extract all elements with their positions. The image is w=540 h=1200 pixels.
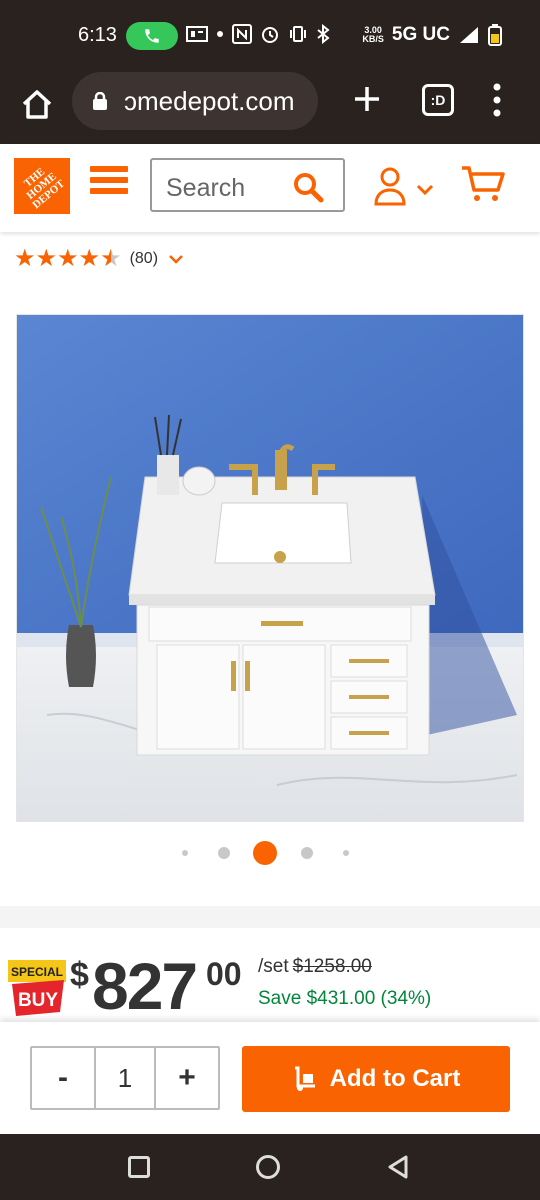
carousel-dot[interactable] — [218, 847, 230, 859]
increase-quantity-button[interactable]: + — [156, 1048, 218, 1108]
product-rating[interactable]: ★★★★★ (80) — [14, 244, 184, 273]
carousel-dot-active[interactable] — [253, 841, 277, 865]
price-unit-line: /set $1258.00 — [258, 956, 372, 978]
new-tab-icon[interactable] — [352, 84, 382, 114]
special-buy-line1: SPECIAL — [11, 965, 63, 979]
quantity-input[interactable]: 1 — [94, 1048, 156, 1108]
network-speed: 3.00 KB/S — [362, 26, 384, 44]
nfc-icon — [232, 24, 252, 44]
phone-icon — [145, 29, 159, 43]
search-icon[interactable] — [291, 170, 325, 204]
section-divider — [0, 906, 540, 928]
add-to-cart-label: Add to Cart — [329, 1065, 461, 1092]
url-text: ɔmedepot.com — [124, 86, 295, 116]
browser-toolbar: ɔmedepot.com :D — [0, 72, 540, 144]
site-header: THE HOME DEPOT Search — [0, 144, 540, 232]
alarm-icon — [262, 27, 278, 43]
cart-icon[interactable] — [460, 164, 506, 204]
add-to-cart-bar: - 1 + Add to Cart — [0, 1022, 540, 1134]
tab-switcher-label: :D — [430, 92, 446, 108]
carousel-dot[interactable] — [343, 850, 349, 856]
search-placeholder: Search — [166, 174, 246, 202]
vibrate-icon — [290, 26, 306, 42]
decrease-quantity-button[interactable]: - — [32, 1048, 94, 1108]
status-time: 6:13 — [78, 24, 117, 46]
account-icon[interactable] — [374, 166, 436, 206]
recent-apps-icon[interactable] — [128, 1156, 150, 1178]
signal-icon — [460, 27, 478, 43]
home-depot-logo[interactable]: THE HOME DEPOT — [14, 158, 70, 214]
back-icon[interactable] — [386, 1154, 410, 1180]
status-bar: 6:13 3.00 KB/S 5G UC — [0, 0, 540, 72]
rating-count: (80) — [129, 249, 159, 267]
logo-text: THE HOME DEPOT — [21, 165, 68, 211]
price-cents: 00 — [206, 956, 242, 992]
star-rating-icons: ★★★★★ — [14, 245, 122, 272]
ongoing-call-indicator[interactable] — [126, 22, 178, 50]
system-nav-bar — [0, 1134, 540, 1200]
price-dollars: 827 — [92, 949, 198, 1023]
vanity-illustration — [17, 315, 523, 821]
hamburger-menu-icon[interactable] — [90, 166, 128, 202]
bluetooth-icon — [317, 24, 330, 44]
dot-icon — [217, 31, 223, 37]
add-to-cart-button[interactable]: Add to Cart — [242, 1046, 510, 1112]
carousel-dot[interactable] — [182, 850, 188, 856]
battery-icon — [488, 24, 502, 46]
home-icon[interactable] — [20, 88, 54, 122]
lock-icon — [93, 92, 107, 110]
notification-icons — [186, 24, 330, 44]
special-buy-line2: BUY — [18, 990, 58, 1011]
app-notification-icon — [186, 26, 208, 42]
quantity-stepper: - 1 + — [30, 1046, 220, 1110]
tab-switcher-button[interactable]: :D — [422, 84, 454, 116]
home-circle-icon[interactable] — [256, 1155, 280, 1179]
status-right: 3.00 KB/S 5G UC — [362, 24, 502, 46]
original-price: $1258.00 — [292, 956, 372, 977]
hand-truck-icon — [294, 1066, 315, 1091]
network-speed-unit: KB/S — [362, 34, 384, 44]
network-type: 5G UC — [391, 24, 450, 45]
carousel-dot[interactable] — [301, 847, 313, 859]
savings-text: Save $431.00 (34%) — [258, 988, 432, 1009]
product-image[interactable] — [16, 314, 524, 822]
address-bar[interactable]: ɔmedepot.com — [72, 72, 318, 130]
search-input[interactable]: Search — [150, 158, 345, 212]
price-unit: /set — [258, 956, 289, 977]
price-currency: $ — [70, 956, 89, 994]
overflow-menu-icon[interactable] — [490, 82, 504, 118]
image-carousel-indicator[interactable] — [0, 840, 540, 866]
chevron-down-icon[interactable] — [168, 251, 184, 267]
special-buy-badge: SPECIAL BUY — [8, 960, 66, 1016]
